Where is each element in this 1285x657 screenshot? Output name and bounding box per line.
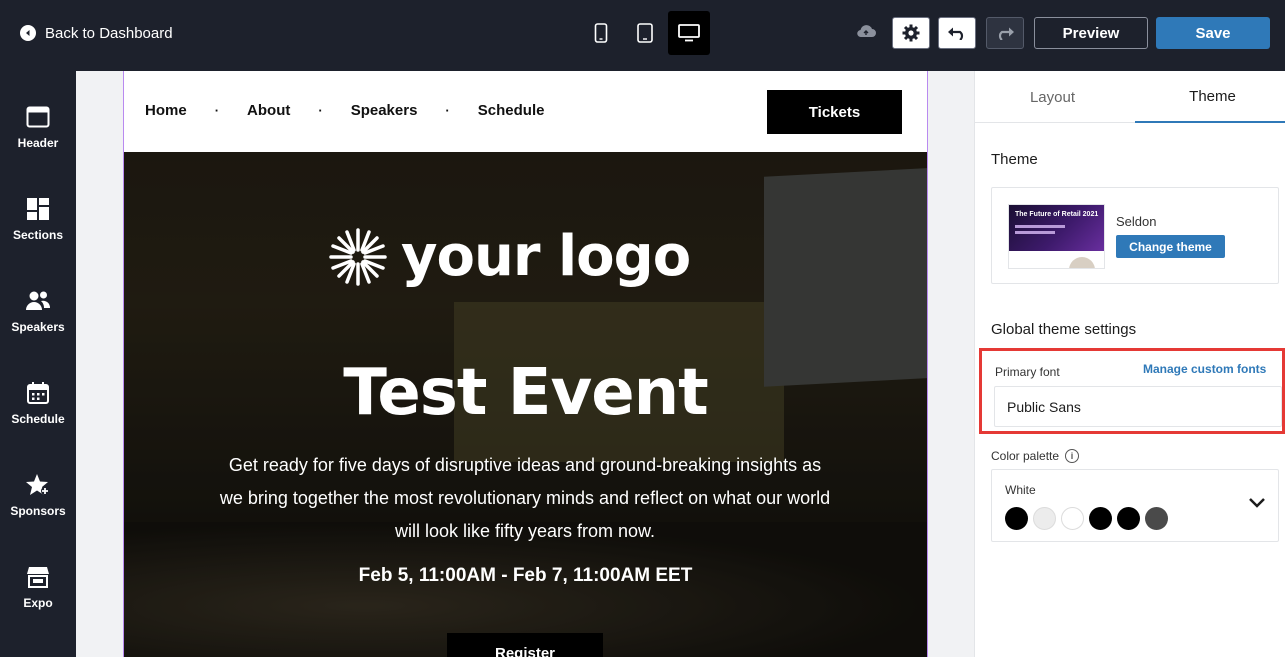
palette-name: White [1005,483,1036,497]
sidebar-item-header[interactable]: Header [0,104,76,174]
mobile-view-button[interactable] [580,11,622,55]
redo-button[interactable] [986,17,1024,49]
preview-button[interactable]: Preview [1034,17,1148,49]
undo-button[interactable] [938,17,976,49]
color-palette-label: Color palette i [991,449,1080,463]
gear-icon [902,24,920,42]
desktop-view-button[interactable] [668,11,710,55]
manage-custom-fonts-link[interactable]: Manage custom fonts [1143,362,1266,376]
top-bar: Back to Dashboard Preview Save [0,0,1285,71]
thumbnail-line [1015,225,1065,228]
theme-heading: Theme [991,151,1038,168]
logo-text: your logo [401,224,691,289]
logo-burst-icon [329,227,387,286]
save-button[interactable]: Save [1156,17,1270,49]
thumbnail-avatar [1069,257,1095,268]
sponsors-icon [25,472,51,498]
primary-font-highlight: Primary font Manage custom fonts Public … [979,348,1285,434]
redo-icon [998,27,1014,40]
color-palette-select[interactable]: White [991,469,1279,542]
color-swatch [1089,507,1112,530]
nav-separator: · [445,103,450,118]
hero-section[interactable]: your logo Test Event Get ready for five … [124,152,927,657]
mobile-icon [594,23,608,43]
sidebar-item-label: Speakers [11,320,65,334]
color-swatch [1033,507,1056,530]
nav-separator: · [318,103,323,118]
sidebar-item-label: Schedule [11,412,65,426]
nav-links: Home · About · Speakers · Schedule [145,102,544,119]
panel-tabs: Layout Theme [975,71,1285,123]
palette-swatches [1005,507,1168,530]
sections-icon [25,196,51,222]
nav-link-schedule[interactable]: Schedule [478,102,545,119]
settings-panel: Layout Theme Theme The Future of Retail … [974,71,1285,657]
event-title: Test Event [343,356,709,430]
nav-link-about[interactable]: About [247,102,290,119]
primary-font-select[interactable]: Public Sans [994,386,1282,427]
sidebar-item-label: Sections [12,228,63,242]
sidebar-item-label: Sponsors [10,504,66,518]
theme-card: The Future of Retail 2021 Seldon Change … [991,187,1279,284]
chevron-down-icon [1249,498,1265,508]
sidebar-item-label: Header [17,136,59,150]
theme-name: Seldon [1116,214,1157,229]
nav-link-speakers[interactable]: Speakers [351,102,418,119]
expo-icon [25,564,51,590]
event-logo: your logo [329,224,691,289]
schedule-icon [25,380,51,406]
page-preview: Home · About · Speakers · Schedule Ticke… [123,71,928,657]
color-swatch [1145,507,1168,530]
color-swatch [1005,507,1028,530]
register-button[interactable]: Register [447,633,603,657]
thumbnail-line [1015,231,1055,234]
event-description: Get ready for five days of disruptive id… [219,455,831,541]
global-settings-heading: Global theme settings [991,321,1137,338]
sections-sidebar: Header Sections Speakers Schedule Sponso… [0,71,76,657]
site-nav: Home · About · Speakers · Schedule Ticke… [124,71,927,152]
desktop-icon [678,24,700,42]
device-switcher [580,11,710,55]
header-icon [25,104,51,130]
tab-theme[interactable]: Theme [1135,71,1285,123]
sidebar-item-schedule[interactable]: Schedule [0,380,76,450]
sidebar-item-expo[interactable]: Expo [0,564,76,634]
arrow-left-icon [20,25,36,41]
nav-separator: · [214,103,220,118]
tablet-view-button[interactable] [624,11,666,55]
theme-thumbnail-title: The Future of Retail 2021 [1015,211,1099,218]
sidebar-item-label: Expo [23,596,53,610]
tab-layout[interactable]: Layout [975,71,1130,123]
color-swatch [1061,507,1084,530]
speakers-icon [25,288,51,314]
theme-thumbnail: The Future of Retail 2021 [1008,204,1105,269]
primary-font-label: Primary font [995,365,1060,379]
sidebar-item-sponsors[interactable]: Sponsors [0,472,76,542]
settings-button[interactable] [892,17,930,49]
back-to-dashboard-link[interactable]: Back to Dashboard [20,23,173,43]
undo-icon [948,27,964,40]
back-label: Back to Dashboard [45,24,173,42]
event-date: Feb 5, 11:00AM - Feb 7, 11:00AM EET [358,565,693,586]
color-palette-label-text: Color palette [991,449,1060,463]
info-icon[interactable]: i [1065,449,1080,463]
nav-link-home[interactable]: Home [145,102,187,119]
tablet-icon [637,23,653,43]
change-theme-button[interactable]: Change theme [1116,235,1225,258]
tickets-button[interactable]: Tickets [767,90,902,134]
sidebar-item-speakers[interactable]: Speakers [0,288,76,358]
color-swatch [1117,507,1140,530]
cloud-sync-icon [855,22,877,45]
sidebar-item-sections[interactable]: Sections [0,196,76,266]
